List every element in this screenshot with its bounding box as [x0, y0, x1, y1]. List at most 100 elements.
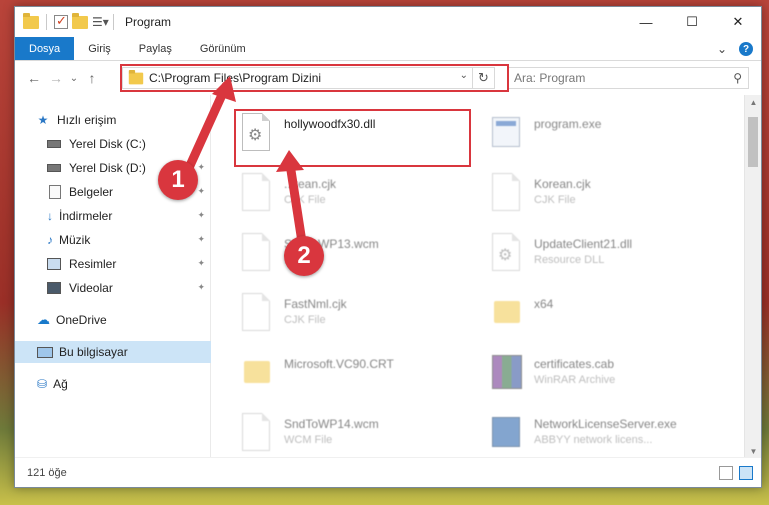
address-bar[interactable]: C:\Program Files\Program Dizini ⌄ ↻: [122, 67, 495, 89]
up-button[interactable]: ↑: [81, 70, 103, 86]
pin-icon: ✦: [197, 234, 205, 244]
sidebar-item-network[interactable]: ⛁ Ağ: [15, 373, 211, 395]
file-item-fastnml-cjk[interactable]: FastNml.cjk CJK File: [238, 291, 478, 349]
file-type: WinRAR Archive: [534, 374, 616, 386]
file-name: hollywoodfx30.dll: [284, 117, 376, 131]
sidebar-item-label: OneDrive: [56, 313, 107, 327]
drive-icon: [47, 164, 61, 172]
search-placeholder: Ara: Program: [514, 71, 586, 85]
sidebar-item-label: Videolar: [69, 281, 113, 295]
blank-file-icon: [238, 411, 274, 455]
file-name: certificates.cab: [534, 357, 615, 371]
folder-icon: [128, 69, 144, 84]
exe-icon: [488, 111, 524, 155]
file-name: program.exe: [534, 117, 602, 131]
drive-icon: [47, 140, 61, 148]
customize-toolbar-icon[interactable]: ☰▾: [92, 15, 109, 29]
music-icon: ♪: [47, 233, 53, 247]
window-title: Program: [125, 15, 172, 29]
minimize-button[interactable]: —: [623, 7, 669, 37]
recent-locations-button[interactable]: ⌄: [67, 73, 81, 84]
help-icon[interactable]: ?: [739, 42, 753, 56]
address-row: ← → ⌄ ↑ C:\Program Files\Program Dizini …: [15, 61, 761, 95]
folder-icon: [238, 351, 274, 395]
sidebar-item-downloads[interactable]: ↓ İndirmeler ✦: [15, 205, 211, 227]
tiles-view-icon[interactable]: [739, 466, 753, 480]
star-icon: ★: [37, 113, 49, 127]
back-button[interactable]: ←: [23, 70, 45, 86]
sidebar-item-label: Hızlı erişim: [57, 113, 117, 127]
file-list: ⚙ hollywoodfx30.dll program.exe ...rean.…: [212, 95, 744, 459]
address-dropdown-icon[interactable]: ⌄: [460, 70, 468, 81]
file-type: ABBYY network licens...: [534, 434, 653, 446]
file-name: ...rean.cjk: [284, 177, 337, 191]
download-icon: ↓: [47, 209, 53, 223]
scroll-down-icon[interactable]: ▼: [745, 447, 761, 456]
file-item-hollywoodfx30-dll[interactable]: ⚙ hollywoodfx30.dll: [238, 111, 478, 169]
tab-gorunum[interactable]: Görünüm: [186, 37, 260, 60]
address-path: C:\Program Files\Program Dizini: [149, 71, 322, 85]
file-item-certificates-cab[interactable]: certificates.cab WinRAR Archive: [488, 351, 728, 409]
file-type: Resource DLL: [534, 254, 605, 266]
folder-item-x64[interactable]: x64: [488, 291, 728, 349]
close-button[interactable]: ✕: [715, 7, 761, 37]
file-item-updateclient21-dll[interactable]: ⚙ UpdateClient21.dll Resource DLL: [488, 231, 728, 289]
refresh-button[interactable]: ↻: [472, 68, 494, 88]
sidebar-item-quick-access[interactable]: ★ Hızlı erişim: [15, 109, 211, 131]
file-item-korean-cjk-2[interactable]: Korean.cjk CJK File: [488, 171, 728, 229]
file-name: NetworkLicenseServer.exe: [534, 417, 677, 431]
folder-item-microsoft-vc90-crt[interactable]: Microsoft.VC90.CRT: [238, 351, 478, 409]
folder-icon: [488, 291, 524, 335]
maximize-button[interactable]: ☐: [669, 7, 715, 37]
sidebar-item-label: Müzik: [59, 233, 91, 247]
ribbon-right-controls: ⌄ ?: [717, 37, 753, 61]
sidebar-item-music[interactable]: ♪ Müzik ✦: [15, 229, 211, 251]
item-count: 121 öğe: [27, 466, 67, 479]
file-item-sndtowp13-wcm[interactable]: SndToWP13.wcm...e: [238, 231, 478, 289]
pin-icon: ✦: [197, 210, 205, 220]
expand-ribbon-icon[interactable]: ⌄: [717, 42, 727, 56]
sidebar-item-onedrive[interactable]: ☁ OneDrive: [15, 309, 211, 331]
dll-icon: ⚙: [238, 111, 274, 155]
file-item-korean-cjk[interactable]: ...rean.cjk CJK File: [238, 171, 478, 229]
document-icon: [49, 185, 61, 199]
scrollbar-thumb[interactable]: [748, 117, 758, 167]
sidebar-item-this-pc[interactable]: Bu bilgisayar: [15, 341, 211, 363]
sidebar-item-pictures[interactable]: Resimler ✦: [15, 253, 211, 275]
file-name: FastNml.cjk: [284, 297, 347, 311]
tab-giris[interactable]: Giriş: [74, 37, 125, 60]
forward-button[interactable]: →: [45, 70, 67, 86]
pin-icon: ✦: [197, 162, 205, 172]
sidebar-item-label: Bu bilgisayar: [59, 345, 128, 359]
vertical-scrollbar[interactable]: ▲ ▼: [744, 95, 761, 459]
explorer-window: ☰▾ Program — ☐ ✕ Dosya Giriş Paylaş Görü…: [14, 6, 762, 488]
search-input[interactable]: Ara: Program ⚲: [507, 67, 749, 89]
new-folder-icon[interactable]: [72, 12, 88, 29]
pin-icon: ✦: [197, 258, 205, 268]
status-bar: 121 öğe: [15, 457, 761, 487]
properties-check-icon[interactable]: [54, 13, 68, 29]
sidebar-item-local-disk-c[interactable]: Yerel Disk (C:) ✦: [15, 133, 211, 155]
videos-icon: [47, 282, 61, 294]
tab-dosya[interactable]: Dosya: [15, 37, 75, 60]
toolbar-separator: [46, 14, 47, 30]
file-item-sndtowp14-wcm[interactable]: SndToWP14.wcm WCM File: [238, 411, 478, 459]
pin-icon: ✦: [197, 138, 205, 148]
file-name: x64: [534, 297, 554, 311]
search-icon[interactable]: ⚲: [733, 71, 742, 85]
sidebar-item-videos[interactable]: Videolar ✦: [15, 277, 211, 299]
file-type: WCM File: [284, 434, 333, 446]
details-view-icon[interactable]: [719, 466, 733, 480]
scroll-up-icon[interactable]: ▲: [745, 98, 761, 107]
file-type: CJK File: [284, 314, 326, 326]
view-buttons: [719, 466, 753, 480]
file-item-networklicenseserver-exe[interactable]: NetworkLicenseServer.exe ABBYY network li…: [488, 411, 728, 459]
sidebar-item-label: Ağ: [53, 377, 68, 391]
quick-access-toolbar: ☰▾: [15, 12, 117, 30]
blank-file-icon: [238, 291, 274, 335]
toolbar-separator: [113, 14, 114, 30]
sidebar-item-label: Yerel Disk (D:): [69, 161, 146, 175]
file-item-program-exe[interactable]: program.exe: [488, 111, 728, 169]
tab-paylas[interactable]: Paylaş: [125, 37, 186, 60]
file-name: Microsoft.VC90.CRT: [284, 357, 394, 371]
